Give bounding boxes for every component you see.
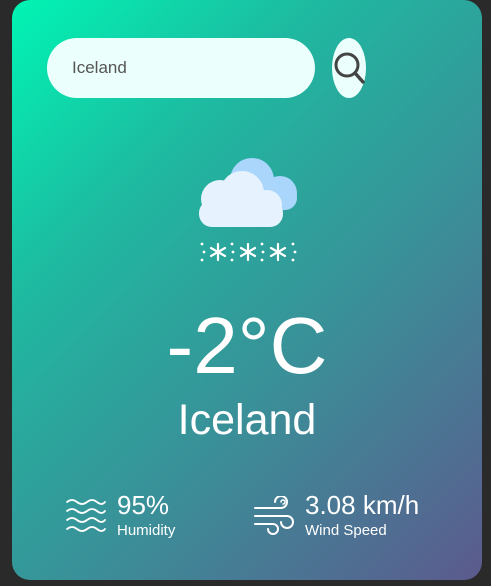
weather-card: -2°C Iceland 95% Humidity (12, 0, 482, 580)
humidity-icon (66, 499, 106, 532)
wind-label: Wind Speed (305, 522, 387, 539)
search-button[interactable] (332, 38, 366, 98)
temperature: -2°C (166, 301, 328, 390)
humidity-value: 95% (117, 490, 170, 520)
humidity-block: 95% Humidity (65, 490, 175, 540)
humidity-label: Humidity (117, 522, 176, 539)
snow-cloud-icon (199, 158, 297, 262)
city-name: Iceland (177, 396, 317, 444)
search-icon (334, 52, 365, 84)
wind-block: 3.08 km/h Wind Speed (253, 490, 419, 540)
wind-icon (254, 496, 294, 535)
search-bar (47, 38, 366, 98)
search-input[interactable] (47, 38, 315, 98)
wind-value: 3.08 km/h (305, 490, 420, 520)
